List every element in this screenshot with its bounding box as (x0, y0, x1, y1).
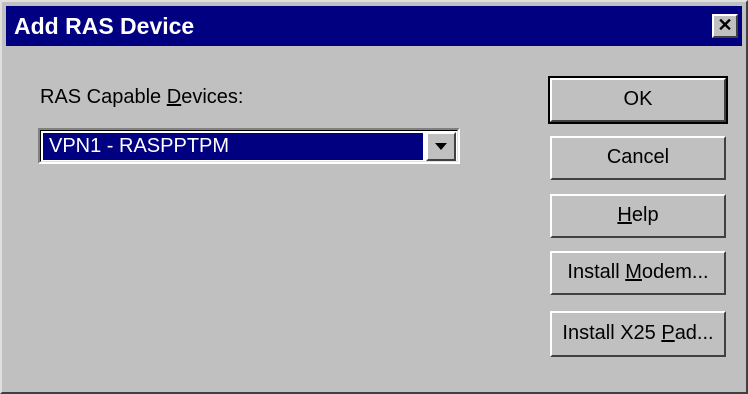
modem-label-post: odem... (641, 261, 709, 283)
modem-mnemonic: M (625, 261, 642, 283)
devices-label: RAS Capable Devices: (40, 86, 243, 109)
x25-label-pre: Install X25 (562, 322, 662, 344)
title-bar[interactable]: Add RAS Device ✕ (6, 6, 742, 46)
add-ras-device-dialog: Add RAS Device ✕ RAS Capable Devices: VP… (0, 0, 748, 394)
ok-button[interactable]: OK (548, 76, 728, 124)
close-button[interactable]: ✕ (712, 14, 738, 38)
dialog-title: Add RAS Device (14, 13, 195, 39)
devices-dropdown-frame: VPN1 - RASPPTPM (40, 130, 458, 162)
cancel-button[interactable]: Cancel (550, 136, 726, 180)
install-modem-button[interactable]: Install Modem... (550, 251, 726, 295)
devices-selected-value[interactable]: VPN1 - RASPPTPM (43, 133, 423, 160)
help-label-post: elp (631, 204, 659, 226)
dropdown-arrow-button[interactable] (426, 132, 456, 161)
help-button[interactable]: Help (550, 194, 726, 238)
close-icon: ✕ (717, 15, 733, 35)
devices-label-mnemonic: D (166, 86, 182, 108)
x25-mnemonic: P (661, 322, 675, 344)
install-x25-pad-button[interactable]: Install X25 Pad... (550, 311, 726, 357)
help-mnemonic: H (617, 204, 632, 226)
devices-label-post: evices: (181, 86, 244, 108)
chevron-down-icon (435, 143, 447, 150)
devices-label-pre: RAS Capable (40, 86, 167, 108)
modem-label-pre: Install (567, 261, 626, 283)
x25-label-post: ad... (674, 322, 714, 344)
devices-dropdown[interactable]: VPN1 - RASPPTPM (38, 128, 460, 164)
